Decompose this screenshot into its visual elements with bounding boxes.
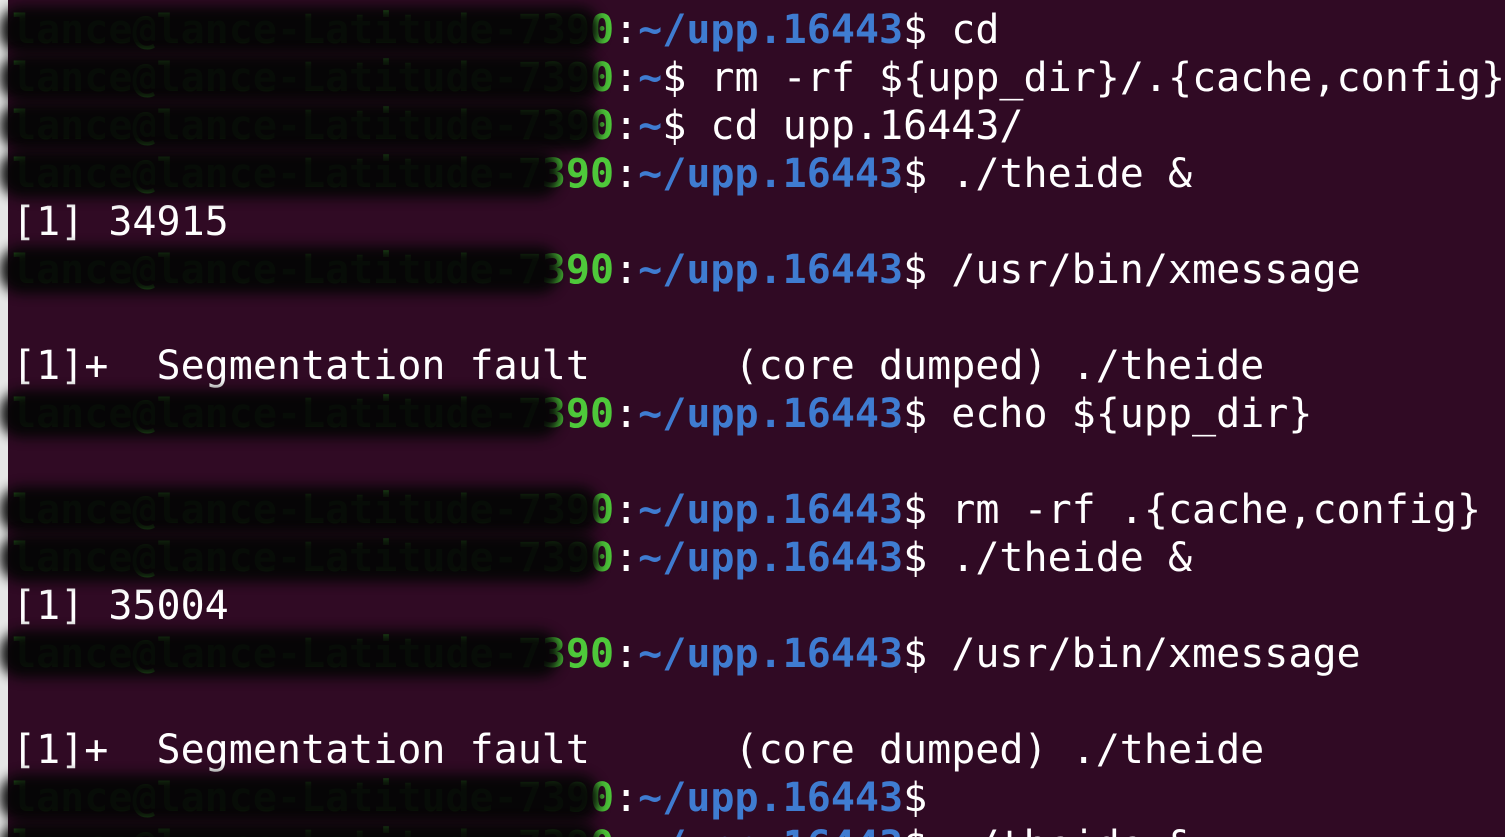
- prompt-dollar: $: [903, 535, 952, 581]
- command-text: ./theide &: [951, 535, 1193, 581]
- prompt-path: ~: [638, 55, 663, 101]
- output-text: [1]+ Segmentation fault (core dumped) ./…: [12, 727, 1265, 773]
- prompt-separator: :: [614, 535, 639, 581]
- terminal-window[interactable]: lance@lance-Latitude-7390:~/upp.16443$ c…: [0, 0, 1505, 837]
- redaction-mark: [0, 390, 560, 438]
- prompt-separator: :: [614, 487, 639, 533]
- prompt-dollar: $: [662, 55, 711, 101]
- redaction-mark: [0, 246, 560, 294]
- prompt-path: ~/upp.16443: [638, 823, 903, 837]
- redaction-mark: [0, 630, 560, 678]
- redaction-mark: [0, 822, 600, 837]
- redaction-mark: [0, 150, 560, 198]
- command-text: cd upp.16443/: [710, 103, 1024, 149]
- redaction-mark: [0, 102, 600, 150]
- redaction-mark: [0, 6, 600, 54]
- prompt-dollar: $: [903, 391, 952, 437]
- output-text: [1] 35004: [12, 583, 229, 629]
- redaction-mark: [0, 774, 600, 822]
- prompt-dollar: $: [903, 487, 952, 533]
- command-text: ./theide &: [951, 823, 1192, 837]
- command-text: rm -rf ${upp_dir}/.{cache,config}: [710, 55, 1505, 101]
- prompt-path: ~/upp.16443: [638, 775, 904, 821]
- command-text: cd: [951, 7, 1000, 53]
- prompt-dollar: $: [903, 151, 952, 197]
- prompt-path: ~/upp.16443: [638, 7, 904, 53]
- prompt-dollar: $: [903, 823, 951, 837]
- prompt-separator: :: [614, 631, 639, 677]
- prompt-dollar: $: [903, 631, 952, 677]
- output-text: [1] 34915: [12, 199, 229, 245]
- prompt-dollar: $: [903, 7, 952, 53]
- prompt-path: ~: [638, 103, 663, 149]
- prompt-path: ~/upp.16443: [638, 247, 904, 293]
- command-text: /usr/bin/xmessage: [951, 247, 1361, 293]
- prompt-path: ~/upp.16443: [638, 535, 904, 581]
- prompt-dollar: $: [662, 103, 711, 149]
- prompt-path: ~/upp.16443: [638, 151, 904, 197]
- command-text: /usr/bin/xmessage: [951, 631, 1361, 677]
- prompt-separator: :: [614, 391, 639, 437]
- output-line: [1] 34915: [12, 198, 229, 246]
- command-text: rm -rf .{cache,config}: [951, 487, 1482, 533]
- prompt-path: ~/upp.16443: [638, 391, 904, 437]
- prompt-separator: :: [614, 7, 639, 53]
- prompt-path: ~/upp.16443: [638, 487, 904, 533]
- command-text: echo ${upp_dir}: [951, 391, 1313, 437]
- prompt-dollar: $: [903, 247, 952, 293]
- command-text: ./theide &: [951, 151, 1193, 197]
- prompt-separator: :: [614, 823, 638, 837]
- prompt-separator: :: [614, 775, 639, 821]
- prompt-dollar: $: [903, 775, 952, 821]
- output-line: [1]+ Segmentation fault (core dumped) ./…: [12, 726, 1264, 774]
- redaction-mark: [0, 534, 600, 582]
- redaction-mark: [0, 54, 600, 102]
- prompt-separator: :: [614, 55, 639, 101]
- prompt-separator: :: [614, 247, 639, 293]
- output-line: [1]+ Segmentation fault (core dumped) ./…: [12, 342, 1264, 390]
- redaction-mark: [0, 486, 600, 534]
- prompt-path: ~/upp.16443: [638, 631, 904, 677]
- prompt-separator: :: [614, 103, 639, 149]
- output-line: [1] 35004: [12, 582, 229, 630]
- output-text: [1]+ Segmentation fault (core dumped) ./…: [12, 343, 1265, 389]
- prompt-separator: :: [614, 151, 639, 197]
